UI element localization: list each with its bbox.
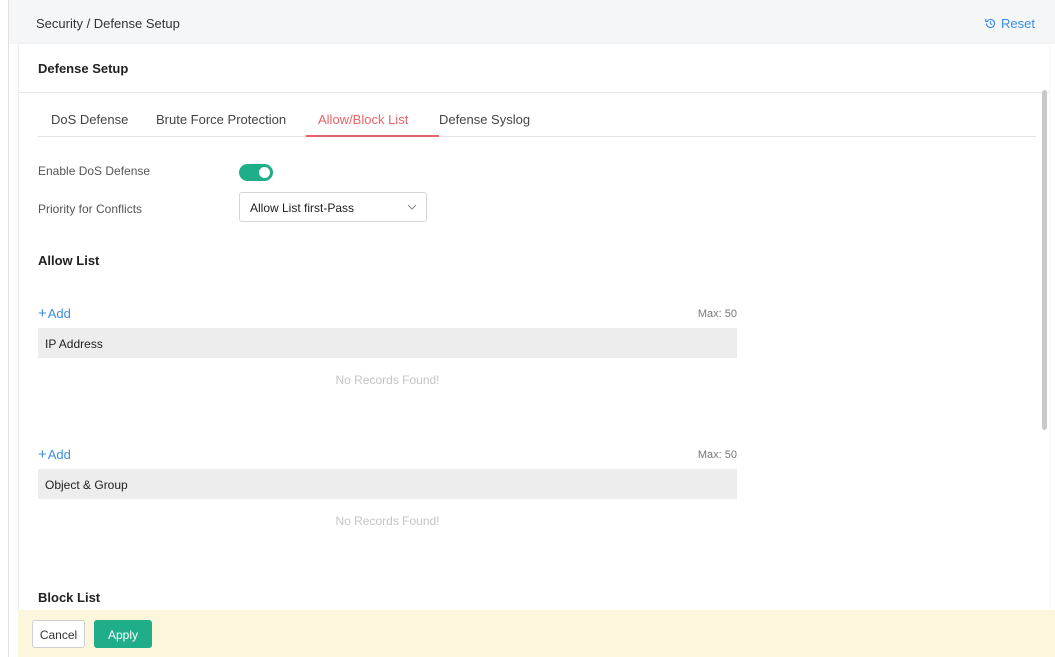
tab-dos-defense[interactable]: DoS Defense — [51, 112, 128, 127]
reset-label: Reset — [1001, 16, 1035, 31]
allow-ip-block: + Add Max: 50 IP Address No Records Foun… — [38, 306, 737, 406]
action-footer: Cancel Apply — [18, 610, 1055, 657]
allow-ip-empty-text: No Records Found! — [335, 373, 440, 387]
history-icon — [985, 18, 996, 29]
top-bar: Security / Defense Setup Reset — [9, 0, 1055, 44]
plus-icon: + — [38, 305, 47, 322]
enable-dos-defense-label: Enable DoS Defense — [38, 164, 151, 178]
reset-button[interactable]: Reset — [984, 16, 1035, 31]
defense-setup-card: Defense Setup DoS Defense Brute Force Pr… — [18, 44, 1049, 610]
plus-icon: + — [38, 446, 47, 463]
tab-brute-force-protection[interactable]: Brute Force Protection — [156, 112, 286, 127]
allow-ip-add-label: Add — [47, 306, 71, 321]
apply-button[interactable]: Apply — [94, 620, 152, 648]
left-border — [8, 0, 9, 657]
tab-allow-block-list[interactable]: Allow/Block List — [318, 112, 408, 127]
breadcrumb: Security / Defense Setup — [36, 16, 180, 31]
priority-select-value: Allow List first-Pass — [250, 201, 355, 215]
allow-object-max: Max: 50 — [697, 449, 737, 461]
priority-select[interactable]: Allow List first-Pass — [239, 192, 427, 222]
scrollbar[interactable] — [1042, 90, 1047, 430]
allow-object-block: + Add Max: 50 Object & Group No Records … — [38, 447, 737, 547]
priority-label: Priority for Conflicts — [38, 202, 143, 216]
card-divider — [19, 92, 1049, 93]
ip-address-column-header: IP Address — [38, 328, 737, 358]
chevron-down-icon — [407, 204, 417, 210]
allow-object-add-button[interactable]: + Add — [38, 447, 71, 462]
tab-defense-syslog[interactable]: Defense Syslog — [439, 112, 530, 127]
allow-object-add-label: Add — [47, 447, 71, 462]
allow-ip-add-button[interactable]: + Add — [38, 306, 71, 321]
active-tab-indicator — [306, 135, 439, 137]
block-list-title: Block List — [38, 590, 101, 605]
cancel-button[interactable]: Cancel — [32, 620, 85, 648]
tab-bar: DoS Defense Brute Force Protection Allow… — [38, 102, 1036, 137]
allow-object-empty-text: No Records Found! — [335, 514, 440, 528]
card-title: Defense Setup — [38, 61, 129, 76]
object-group-column-header: Object & Group — [38, 469, 737, 499]
allow-list-title: Allow List — [38, 253, 100, 268]
allow-ip-max: Max: 50 — [697, 308, 737, 320]
enable-dos-defense-toggle[interactable] — [239, 164, 273, 181]
